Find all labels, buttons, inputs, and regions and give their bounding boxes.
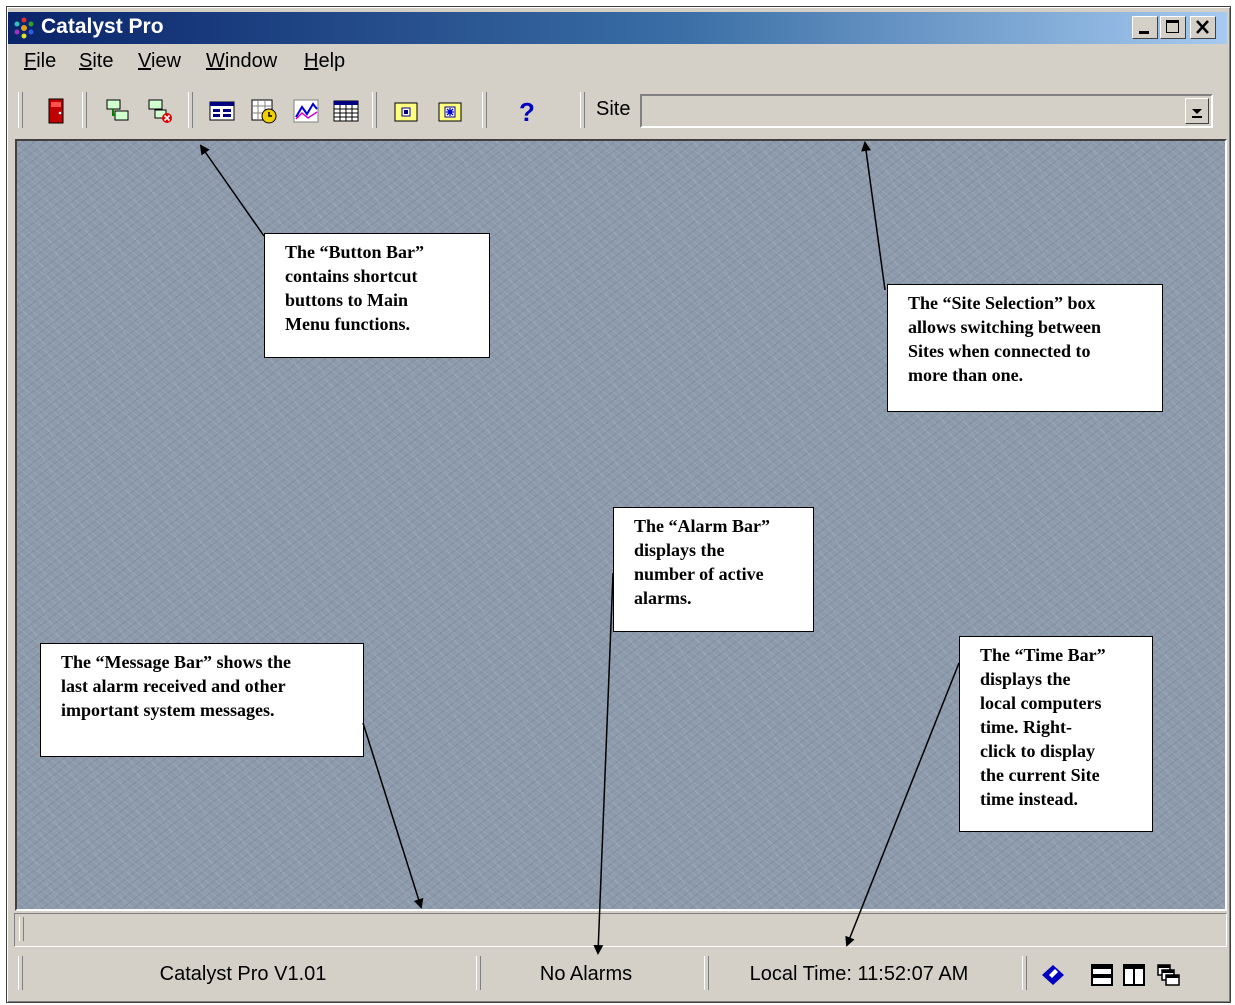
svg-text:?: ? [519,97,535,125]
callout-line: The “Alarm Bar” [634,516,770,536]
menu-site[interactable]: Site [79,50,113,73]
panel-grip [704,956,709,990]
callout-line: buttons to Main [285,290,409,310]
callout-line: last alarm received and other [61,676,286,696]
callout-line: The “Site Selection” box [908,293,1096,313]
toolbar-grip[interactable] [580,92,585,128]
title-bar[interactable]: Catalyst Pro [8,12,1227,44]
trend-graph-icon[interactable] [292,97,320,125]
cascade-windows-icon[interactable] [1156,963,1182,987]
callout-line: number of active [634,564,764,584]
disconnect-icon[interactable] [146,97,174,125]
new-folder-icon[interactable] [436,97,464,125]
callout-line: Sites when connected to [908,341,1091,361]
close-button[interactable] [1190,16,1216,39]
message-bar [14,913,1227,947]
status-time: Local Time: 11:52:07 AM [749,963,969,985]
status-version: Catalyst Pro V1.01 [159,963,327,985]
help-question-icon[interactable]: ? [512,97,540,125]
catalyst-logo-icon [14,17,34,39]
toolbar-separator [188,92,193,128]
tile-vertical-icon[interactable] [1122,963,1148,987]
callout-line: The “Message Bar” shows the [61,652,291,672]
callout-line: more than one. [908,365,1024,385]
callout-site-selection: The “Site Selection” box allows switchin… [887,284,1163,412]
tile-horizontal-icon[interactable] [1090,963,1116,987]
callout-line: click to display [980,741,1096,761]
callout-line: time instead. [980,789,1078,809]
callout-line: displays the [634,540,725,560]
window-title: Catalyst Pro [41,15,164,38]
dashboard-icon[interactable] [208,97,236,125]
callout-line: The “Button Bar” [285,242,425,262]
callout-line: time. Right- [980,717,1072,737]
site-dropdown-button[interactable] [1185,98,1209,124]
panel-grip [18,956,23,990]
callout-line: displays the [980,669,1071,689]
menu-help[interactable]: Help [304,50,345,73]
toolbar-separator [372,92,377,128]
toolbar-separator [482,92,487,128]
site-selection-combobox[interactable] [640,94,1213,128]
panel-grip [476,956,481,990]
time-bar[interactable]: Local Time: 11:52:07 AM [700,953,1018,995]
callout-button-bar: The “Button Bar” contains shortcut butto… [264,233,490,358]
panel-grip [1022,956,1027,990]
schedule-calendar-icon[interactable] [250,97,278,125]
callout-line: alarms. [634,588,692,608]
callout-line: the current Site [980,765,1100,785]
callout-line: Menu functions. [285,314,411,334]
menu-view[interactable]: View [138,50,181,73]
alarm-bar[interactable]: No Alarms [472,953,700,995]
callout-line: The “Time Bar” [980,645,1106,665]
menu-file[interactable]: File [24,50,56,73]
button-bar: ? Site [14,89,1227,133]
maximize-button[interactable] [1160,16,1186,39]
toolbar-grip[interactable] [18,92,23,128]
minimize-icon [1139,31,1149,34]
status-bar: Catalyst Pro V1.01 No Alarms Local Time:… [14,951,1227,997]
status-alarms: No Alarms [539,963,633,985]
connect-icon[interactable] [104,97,132,125]
callout-line: allows switching between [908,317,1101,337]
close-icon [1196,20,1209,34]
message-bar-grip [19,917,24,941]
callout-line: local computers [980,693,1102,713]
maximize-icon [1166,20,1179,33]
callout-alarm-bar: The “Alarm Bar” displays the number of a… [613,507,814,632]
open-folder-icon[interactable] [392,97,420,125]
toolbar-separator [82,92,87,128]
callout-message-bar: The “Message Bar” shows the last alarm r… [40,643,364,757]
callout-line: important system messages. [61,700,275,720]
table-grid-icon[interactable] [332,97,360,125]
status-version-panel: Catalyst Pro V1.01 [14,953,472,995]
exit-door-icon[interactable] [42,97,70,125]
chevron-down-icon [1192,109,1202,118]
minimize-button[interactable] [1132,16,1158,39]
menu-window[interactable]: Window [206,50,277,73]
site-label: Site [596,98,631,120]
callout-line: contains shortcut [285,266,418,286]
diamond-pen-icon[interactable] [1040,963,1066,987]
callout-time-bar: The “Time Bar” displays the local comput… [959,636,1153,832]
